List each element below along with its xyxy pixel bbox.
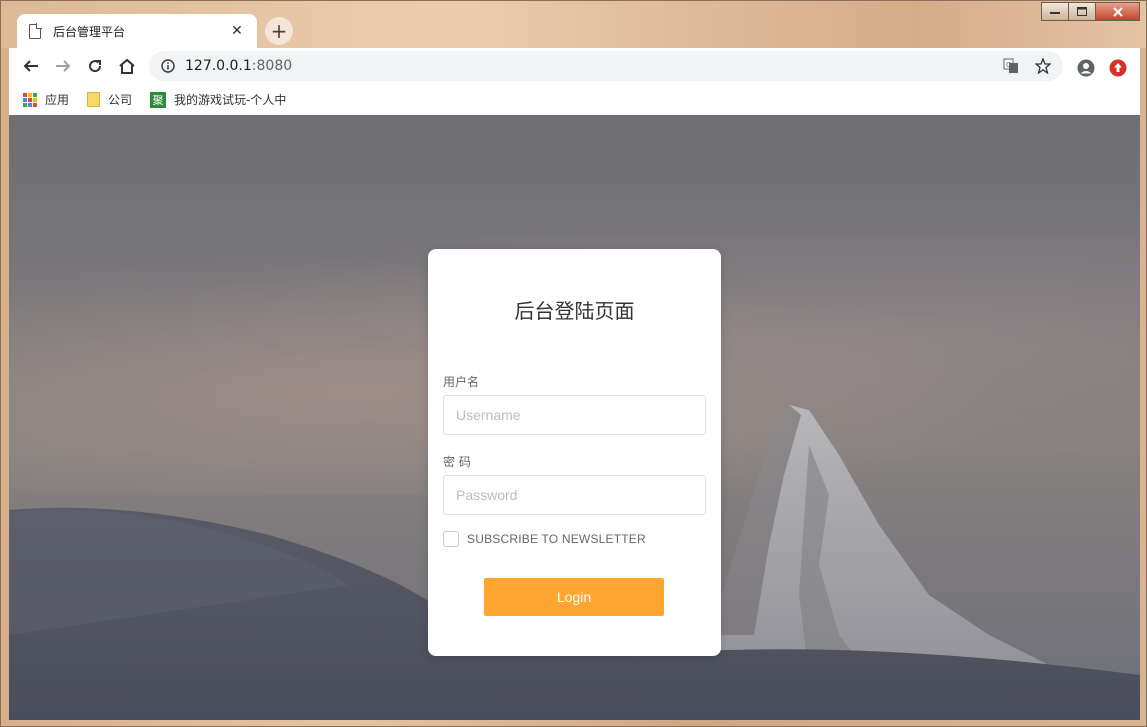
page-viewport: 后台登陆页面 用户名 密 码 SUBSCRIBE TO NEWSLETTER L… — [9, 115, 1140, 720]
translate-icon[interactable]: G — [1003, 58, 1019, 74]
close-icon — [1112, 6, 1123, 17]
apps-icon — [23, 92, 37, 107]
subscribe-checkbox[interactable] — [443, 531, 459, 547]
username-label: 用户名 — [443, 375, 480, 389]
bookmark-label: 应用 — [45, 93, 70, 107]
reload-button[interactable] — [79, 50, 111, 82]
toolbar-right-icons — [1070, 52, 1134, 84]
subscribe-label[interactable]: SUBSCRIBE TO NEWSLETTER — [467, 532, 646, 546]
login-title: 后台登陆页面 — [514, 299, 635, 323]
close-window-button[interactable] — [1095, 2, 1140, 21]
login-button[interactable]: Login — [484, 578, 664, 616]
back-arrow-icon — [23, 60, 38, 72]
new-tab-button[interactable]: + — [265, 17, 293, 45]
maximize-icon — [1077, 7, 1087, 16]
forward-button[interactable] — [47, 50, 79, 82]
home-icon — [119, 58, 135, 74]
password-label: 密 码 — [443, 455, 471, 469]
bookmark-company[interactable]: 公司 — [87, 91, 132, 108]
window-controls — [1041, 2, 1140, 21]
account-icon — [1077, 59, 1095, 77]
profile-button[interactable] — [1070, 52, 1102, 84]
title-bar: 后台管理平台 ✕ + — [1, 1, 1146, 48]
minimize-icon — [1050, 11, 1060, 14]
folder-icon — [87, 92, 101, 107]
minimize-button[interactable] — [1041, 2, 1069, 21]
ju-icon: 聚 — [150, 91, 167, 108]
bookmark-game-center[interactable]: 聚 我的游戏试玩-个人中 — [150, 91, 286, 108]
url-host: 127.0.0.1 — [185, 58, 252, 74]
tab-title: 后台管理平台 — [53, 24, 126, 39]
bookmarks-bar: 应用 公司 聚 我的游戏试玩-个人中 — [9, 84, 1140, 115]
page-icon — [29, 22, 42, 39]
subscribe-checkbox-row[interactable]: SUBSCRIBE TO NEWSLETTER — [443, 531, 646, 547]
browser-window: 后台管理平台 ✕ + 127.0.0.1:8080 G 应用 公司 聚 我的游戏… — [0, 0, 1147, 727]
svg-text:G: G — [1006, 61, 1011, 69]
url-text[interactable]: 127.0.0.1:8080 — [185, 58, 1003, 74]
password-input[interactable] — [443, 475, 706, 515]
address-bar[interactable]: 127.0.0.1:8080 G — [149, 51, 1063, 81]
bookmark-apps[interactable]: 应用 — [23, 91, 69, 108]
update-arrow-icon — [1109, 59, 1127, 77]
browser-toolbar: 127.0.0.1:8080 G — [9, 48, 1140, 84]
close-tab-icon[interactable]: ✕ — [229, 23, 245, 39]
forward-arrow-icon — [56, 60, 71, 72]
update-button[interactable] — [1102, 52, 1134, 84]
url-port: :8080 — [251, 58, 293, 74]
login-card: 后台登陆页面 用户名 密 码 SUBSCRIBE TO NEWSLETTER L… — [428, 249, 721, 656]
back-button[interactable] — [15, 50, 47, 82]
bookmark-label: 公司 — [108, 93, 133, 107]
info-icon[interactable] — [161, 59, 175, 73]
bookmark-label: 我的游戏试玩-个人中 — [174, 93, 287, 107]
maximize-button[interactable] — [1068, 2, 1096, 21]
browser-tab[interactable]: 后台管理平台 ✕ — [17, 14, 257, 48]
home-button[interactable] — [111, 50, 143, 82]
reload-icon — [89, 60, 102, 73]
username-input[interactable] — [443, 395, 706, 435]
bookmark-star-icon[interactable] — [1035, 58, 1051, 74]
